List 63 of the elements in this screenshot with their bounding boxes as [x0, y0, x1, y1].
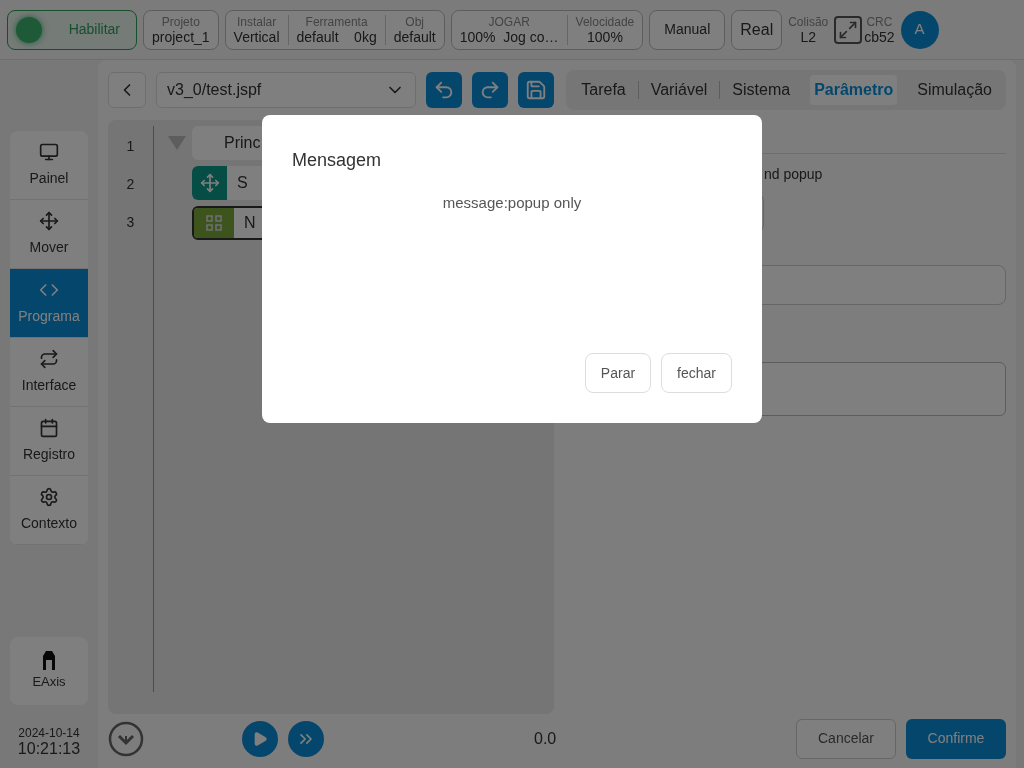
move-icon: [199, 172, 220, 193]
save-icon: [525, 78, 547, 101]
status-value: cb52: [864, 29, 895, 45]
enable-button[interactable]: Habilitar: [7, 9, 137, 50]
move-icon: [39, 210, 59, 231]
sidebar-item[interactable]: Contexto: [10, 476, 88, 545]
status-value: default 0kg: [296, 29, 377, 45]
mode-button[interactable]: Real: [731, 9, 783, 50]
play-button[interactable]: [242, 720, 278, 757]
repeat-icon: [39, 348, 59, 369]
dialog-title: Mensagem: [292, 149, 383, 172]
progress-value: 0.0: [534, 728, 557, 749]
status-label: Velocidade: [575, 14, 635, 30]
status-label: Projeto: [161, 14, 200, 30]
collapse-icon[interactable]: [168, 135, 186, 150]
eaxis-button[interactable]: EAxis: [10, 637, 88, 705]
status-label: JOGAR: [488, 14, 530, 30]
fullscreen-icon[interactable]: [834, 15, 863, 44]
status-label: Instalar: [236, 14, 277, 30]
status-label: Obj: [405, 14, 425, 30]
dialog-button[interactable]: fechar: [661, 353, 732, 393]
time-label: 10:21:13: [17, 740, 81, 758]
save-button[interactable]: [518, 71, 554, 108]
status-value: Vertical: [233, 29, 280, 45]
dialog-button[interactable]: Parar: [584, 353, 652, 393]
tab[interactable]: Variável: [646, 74, 712, 105]
status-label: Ferramenta: [305, 14, 368, 30]
tab[interactable]: Sistema: [728, 74, 795, 105]
eaxis-icon: [40, 650, 58, 671]
redo-button[interactable]: [472, 71, 508, 108]
tab[interactable]: Tarefa: [577, 74, 630, 105]
line-number: 2: [126, 175, 135, 193]
grid-icon: [206, 214, 222, 231]
sidebar-item[interactable]: Painel: [10, 131, 88, 200]
sidebar-item[interactable]: Registro: [10, 407, 88, 476]
parameter-label: nd popup: [764, 164, 824, 184]
date-label: 2024-10-14: [18, 727, 80, 740]
line-number: 3: [126, 213, 135, 231]
status-value: project_1: [152, 29, 210, 45]
back-button[interactable]: [108, 71, 146, 108]
cancel-button[interactable]: Cancelar: [796, 718, 896, 759]
monitor-icon: [39, 141, 59, 162]
play-icon: [252, 730, 268, 747]
mode-button[interactable]: Manual: [649, 9, 726, 50]
calendar-icon: [39, 417, 59, 438]
file-select[interactable]: v3_0/test.jspf: [156, 71, 416, 108]
step-button[interactable]: [288, 720, 324, 757]
dialog-message: message:popup only: [442, 193, 582, 213]
status-value: L2: [800, 29, 816, 45]
sidebar-item[interactable]: Interface: [10, 338, 88, 407]
settings-icon: [39, 486, 59, 507]
status-value: default: [393, 29, 436, 45]
status-value: 100% Jog co…: [459, 29, 559, 45]
undo-button[interactable]: [426, 71, 462, 108]
user-avatar[interactable]: A: [900, 10, 939, 49]
sidebar-item[interactable]: Programa: [10, 269, 88, 338]
scroll-down-icon[interactable]: [108, 720, 144, 757]
status-light-icon: [16, 16, 42, 43]
confirm-button[interactable]: Confirme: [906, 718, 1006, 759]
line-number: 1: [126, 137, 135, 155]
status-value: 100%: [587, 29, 623, 45]
tab[interactable]: Parâmetro: [810, 74, 898, 105]
tab[interactable]: Simulação: [913, 74, 996, 105]
